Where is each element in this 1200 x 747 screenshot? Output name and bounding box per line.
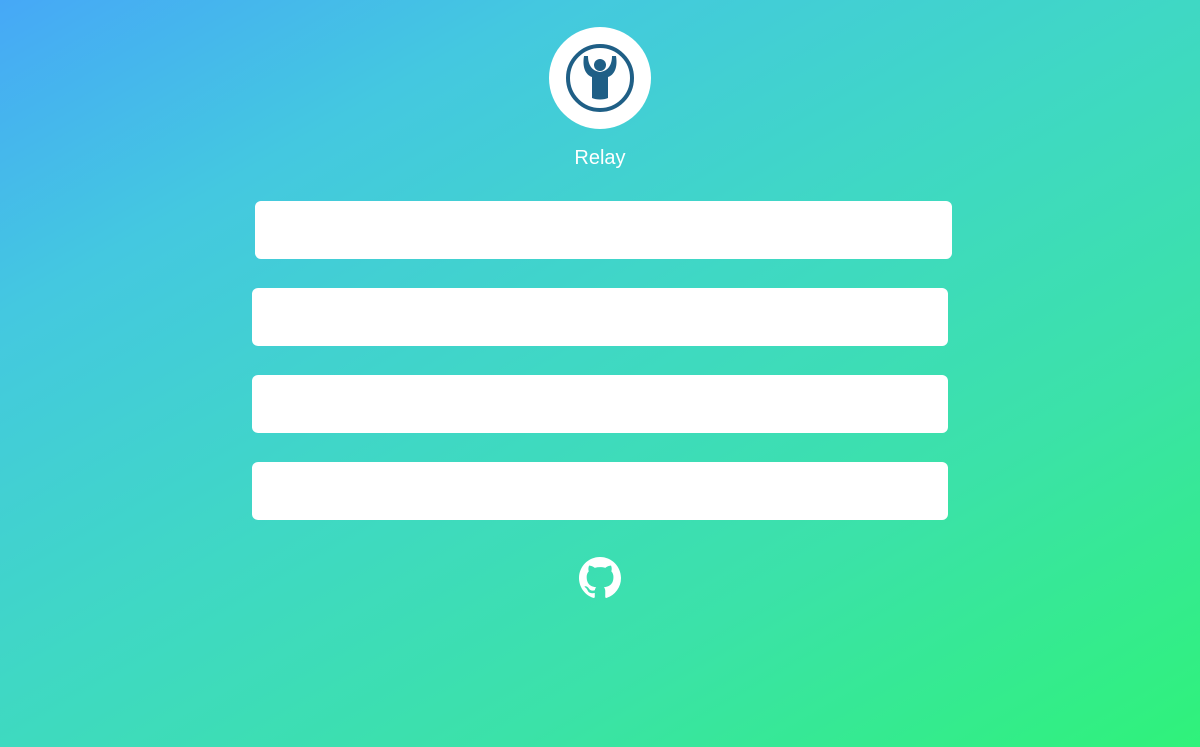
list-item[interactable]: [255, 201, 952, 259]
github-link[interactable]: [579, 557, 621, 599]
github-icon: [579, 557, 621, 598]
list-item[interactable]: [252, 375, 948, 433]
app-logo: [549, 27, 651, 129]
list-item[interactable]: [252, 462, 948, 520]
list-item[interactable]: [252, 288, 948, 346]
app-name: Relay: [574, 147, 626, 169]
person-raising-arms-icon: [566, 44, 634, 112]
